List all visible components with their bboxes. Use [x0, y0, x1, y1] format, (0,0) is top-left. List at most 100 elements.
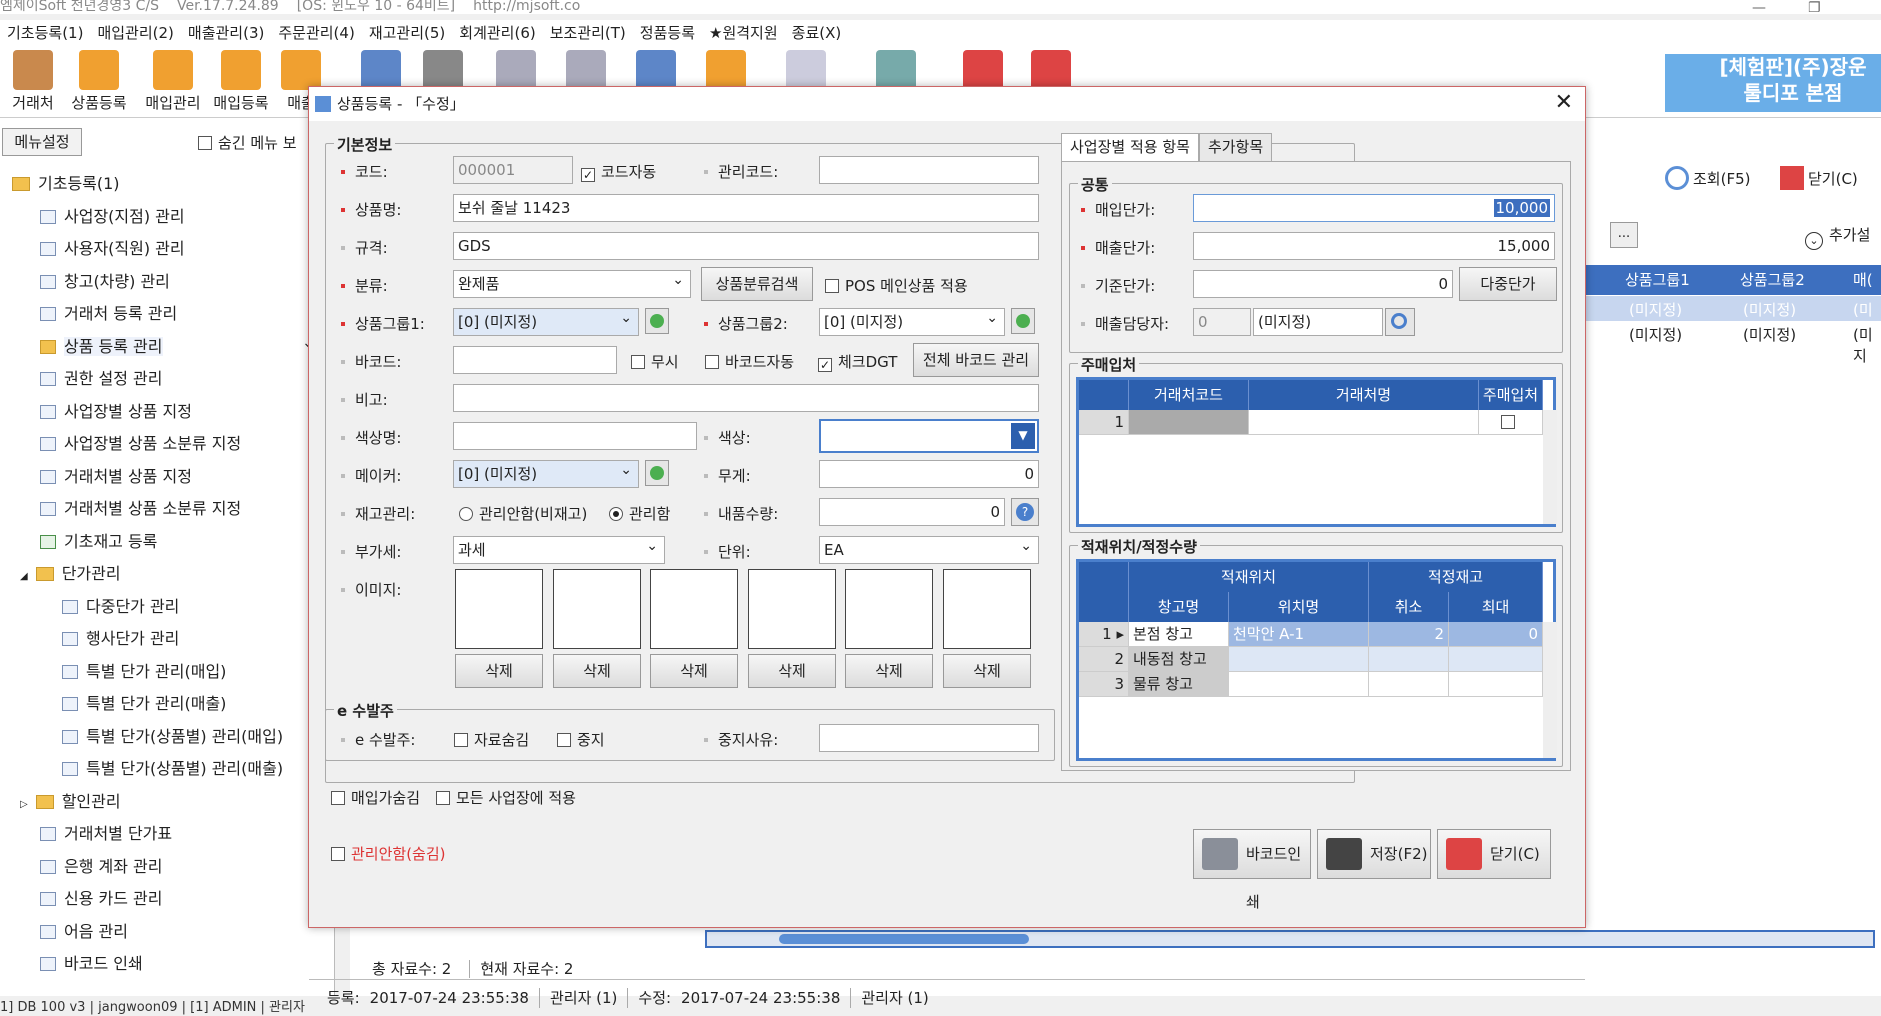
- delete-image-4-button[interactable]: 삭제: [748, 654, 836, 688]
- close-icon[interactable]: ✕: [1555, 91, 1573, 115]
- menu-aux[interactable]: 보조관리(T): [543, 20, 633, 46]
- add-group1-icon[interactable]: [645, 308, 669, 334]
- max-cell[interactable]: [1449, 672, 1543, 697]
- tree-item[interactable]: ▷ 할인관리: [0, 786, 320, 819]
- spec-input[interactable]: GDS: [453, 232, 1039, 260]
- tree-item[interactable]: 특별 단가 관리(매입): [0, 656, 320, 689]
- product-name-input[interactable]: 보쉬 줄날 11423: [453, 194, 1039, 222]
- image-slot-2[interactable]: [553, 569, 641, 649]
- col-max[interactable]: 최대: [1449, 592, 1543, 622]
- image-slot-3[interactable]: [650, 569, 738, 649]
- hide-menu-checkbox[interactable]: 숨긴 메뉴 보: [198, 132, 297, 153]
- sales-rep-search-button[interactable]: [1385, 308, 1415, 336]
- max-cell[interactable]: 0: [1449, 622, 1543, 647]
- toolbar-product[interactable]: 상품등록: [68, 50, 130, 113]
- add-group2-icon[interactable]: [1011, 308, 1035, 334]
- tree-item[interactable]: 특별 단가(상품별) 관리(매출): [0, 753, 320, 786]
- menu-remote[interactable]: ★원격지원: [702, 20, 785, 46]
- data-hide-checkbox[interactable]: 자료숨김: [454, 729, 529, 750]
- col-location[interactable]: 위치명: [1229, 592, 1369, 622]
- toolbar-purchase-mgmt[interactable]: 매입관리: [142, 50, 204, 113]
- image-slot-1[interactable]: [455, 569, 543, 649]
- tab-extra-items[interactable]: 추가항목: [1198, 133, 1273, 161]
- barcode-auto-checkbox[interactable]: 바코드자동: [705, 351, 794, 372]
- tree-item[interactable]: 사업장별 상품 지정: [0, 396, 320, 429]
- purchase-hide-checkbox[interactable]: 매입가숨김: [331, 787, 420, 808]
- mgmt-code-input[interactable]: [819, 156, 1039, 184]
- menu-inventory[interactable]: 재고관리(5): [362, 20, 452, 46]
- vendor-code-cell[interactable]: [1129, 410, 1249, 435]
- color-select[interactable]: ▼: [819, 419, 1039, 453]
- col-warehouse[interactable]: 창고명: [1129, 592, 1229, 622]
- image-slot-4[interactable]: [748, 569, 836, 649]
- delete-image-2-button[interactable]: 삭제: [553, 654, 641, 688]
- base-price-input[interactable]: 0: [1193, 270, 1453, 298]
- ignore-checkbox[interactable]: 무시: [631, 351, 679, 372]
- tree-item[interactable]: 창고(차량) 관리: [0, 266, 320, 299]
- tree-item[interactable]: 특별 단가 관리(매출): [0, 688, 320, 721]
- tree-item[interactable]: ◢ 단가관리: [0, 558, 320, 591]
- close-c-button[interactable]: 닫기(C): [1780, 166, 1858, 190]
- memo-input[interactable]: [453, 384, 1039, 412]
- tree-item[interactable]: 신용 카드 관리: [0, 883, 320, 916]
- warehouse-cell[interactable]: 본점 창고: [1129, 622, 1229, 647]
- stock-managed-radio[interactable]: 관리함: [609, 503, 670, 524]
- grid-header-group1[interactable]: 상품그룹1: [1625, 265, 1690, 295]
- menu-basic[interactable]: 기초등록(1): [0, 20, 90, 46]
- vat-select[interactable]: 과세: [453, 536, 665, 564]
- tree-item[interactable]: 기초재고 등록: [0, 526, 320, 559]
- barcode-input[interactable]: [453, 346, 617, 374]
- group1-select[interactable]: [0] (미지정): [453, 308, 639, 336]
- collapse-arrow-icon[interactable]: ▷: [20, 799, 28, 810]
- menu-exit[interactable]: 종료(X): [785, 20, 849, 46]
- not-managed-checkbox[interactable]: 관리안함(숨김): [331, 843, 446, 864]
- ellipsis-button[interactable]: ...: [1610, 222, 1638, 248]
- col-vendor-name[interactable]: 거래처명: [1249, 380, 1479, 410]
- expand-arrow-icon[interactable]: ◢: [20, 571, 28, 582]
- delete-image-1-button[interactable]: 삭제: [455, 654, 543, 688]
- tree-item-selected[interactable]: 상품 등록 관리: [0, 327, 320, 364]
- warehouse-cell[interactable]: 내동점 창고: [1129, 647, 1229, 672]
- tab-branch-items[interactable]: 사업장별 적용 항목: [1061, 133, 1199, 161]
- stop-reason-input[interactable]: [819, 724, 1039, 752]
- min-cell[interactable]: [1369, 672, 1449, 697]
- tree-item[interactable]: 거래처별 단가표: [0, 818, 320, 851]
- tree-item[interactable]: 권한 설정 관리: [0, 363, 320, 396]
- tree-item[interactable]: 거래처 등록 관리: [0, 298, 320, 331]
- menu-sales[interactable]: 매출관리(3): [181, 20, 271, 46]
- help-button[interactable]: ?: [1011, 498, 1039, 526]
- check-dgt-checkbox[interactable]: ✓ 체크DGT: [818, 351, 897, 372]
- col-main-vendor[interactable]: 주매입처: [1479, 380, 1543, 410]
- menu-settings-button[interactable]: 메뉴설정: [2, 128, 82, 156]
- grid-header-group2[interactable]: 상품그룹2: [1740, 265, 1805, 295]
- tree-item[interactable]: 바코드 인쇄: [0, 948, 320, 981]
- min-cell[interactable]: [1369, 647, 1449, 672]
- content-qty-input[interactable]: 0: [819, 498, 1005, 526]
- toolbar-purchase-reg[interactable]: 매입등록: [210, 50, 272, 113]
- vendor-name-cell[interactable]: [1249, 410, 1479, 435]
- tree-item[interactable]: 기초등록(1): [0, 168, 320, 201]
- all-branches-checkbox[interactable]: 모든 사업장에 적용: [436, 787, 576, 808]
- multi-price-button[interactable]: 다중단가: [1459, 267, 1557, 301]
- max-cell[interactable]: [1449, 647, 1543, 672]
- warehouse-cell[interactable]: 물류 창고: [1129, 672, 1229, 697]
- location-cell[interactable]: [1229, 647, 1369, 672]
- more-settings-toggle[interactable]: ⌄ 추가설: [1805, 224, 1870, 250]
- color-name-input[interactable]: [453, 422, 697, 450]
- scroll-thumb[interactable]: [779, 934, 1029, 944]
- all-barcode-button[interactable]: 전체 바코드 관리: [913, 343, 1039, 377]
- menu-license[interactable]: 정품등록: [633, 20, 702, 46]
- main-vendor-cell[interactable]: [1479, 410, 1543, 435]
- table-row[interactable]: (미지정) (미지정) (미지: [1585, 321, 1881, 365]
- grid-header-more[interactable]: 매(: [1853, 265, 1873, 295]
- min-cell[interactable]: 2: [1369, 622, 1449, 647]
- table-row[interactable]: (미지정) (미지정) (미지: [1585, 296, 1881, 340]
- maker-select[interactable]: [0] (미지정): [453, 460, 639, 488]
- stop-checkbox[interactable]: 중지: [557, 729, 605, 750]
- image-slot-6[interactable]: [943, 569, 1031, 649]
- col-min[interactable]: 취소: [1369, 592, 1449, 622]
- search-f5-button[interactable]: 조회(F5): [1665, 166, 1750, 190]
- delete-image-6-button[interactable]: 삭제: [943, 654, 1031, 688]
- minimize-button[interactable]: —: [1752, 0, 1766, 16]
- toolbar-customer[interactable]: 거래처: [2, 50, 64, 113]
